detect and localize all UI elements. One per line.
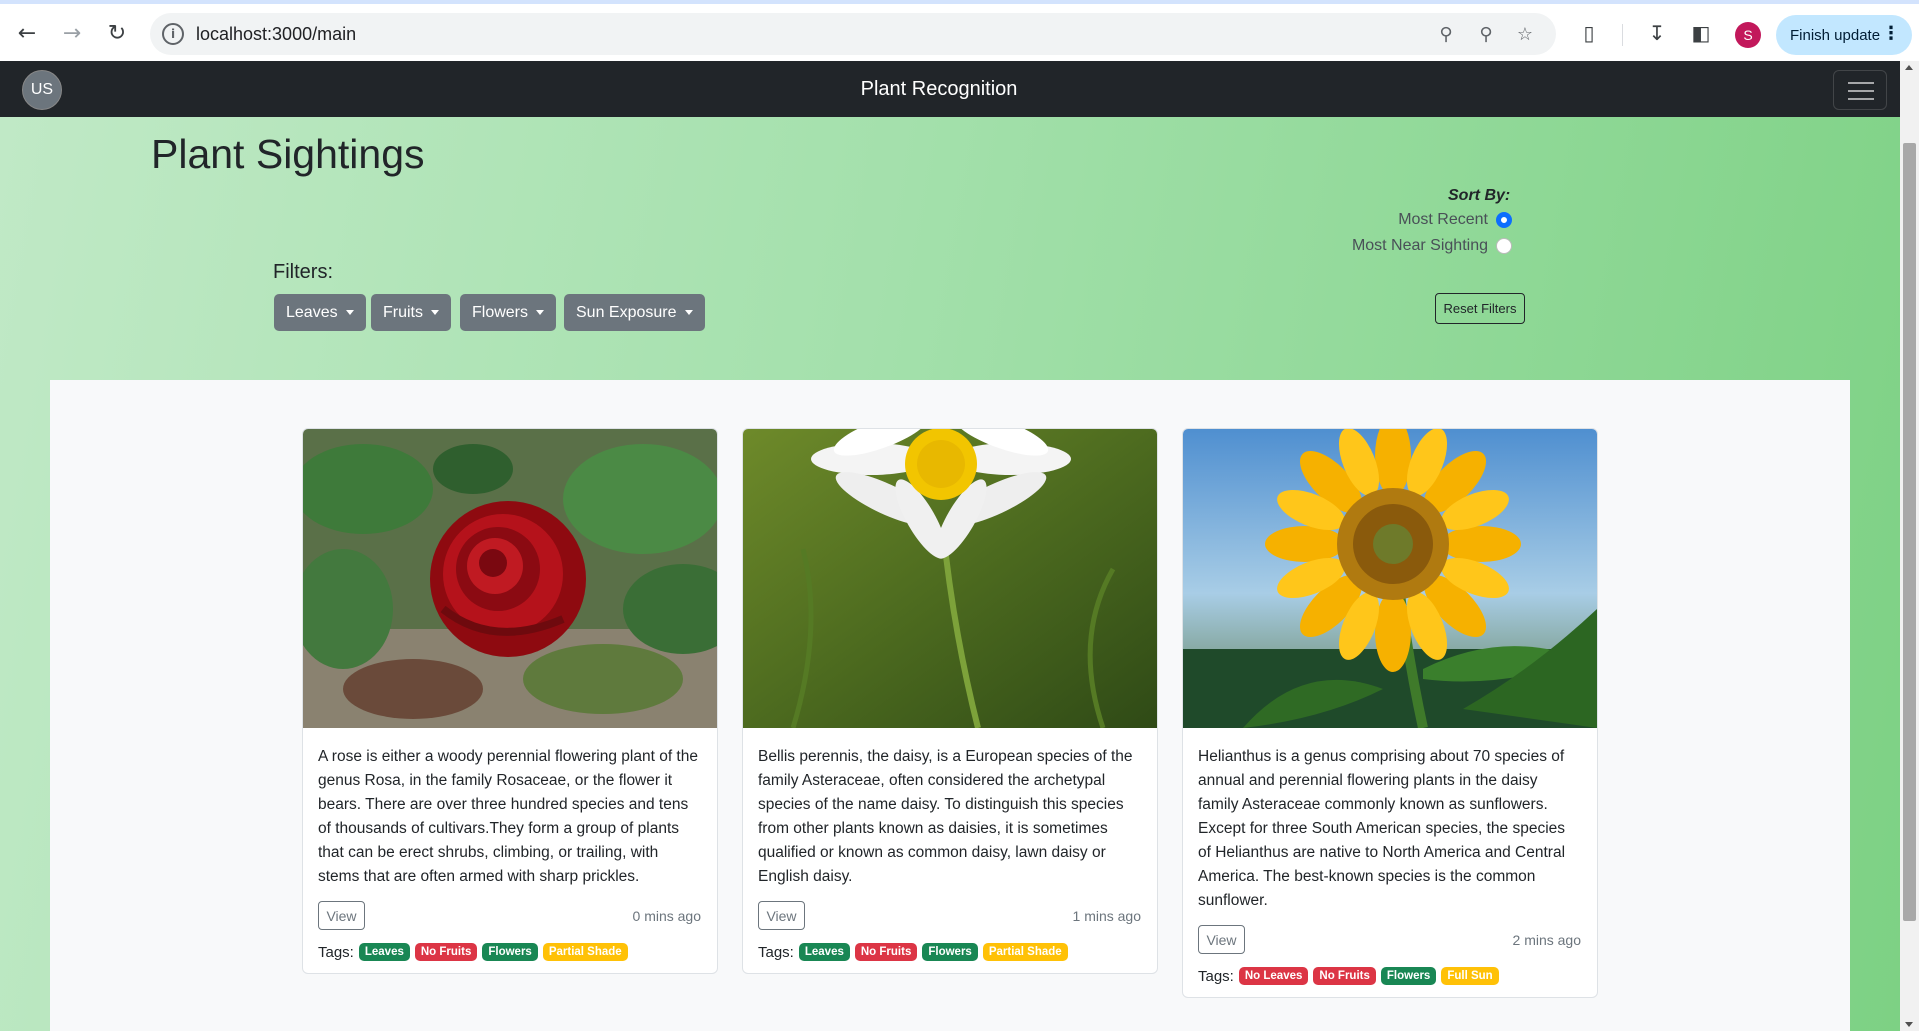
tag-badge: Flowers	[922, 943, 978, 961]
hamburger-icon	[1848, 82, 1874, 84]
filter-leaves-label: Leaves	[286, 303, 338, 321]
more-options-icon: ⋮	[1882, 23, 1900, 44]
download-icon[interactable]: ↧	[1642, 18, 1672, 48]
page-title: Plant Sightings	[151, 131, 425, 177]
site-info-icon[interactable]: i	[162, 23, 184, 45]
forward-arrow-icon[interactable]: →	[55, 16, 89, 50]
sighting-card: A rose is either a woody perennial flowe…	[302, 428, 718, 974]
toolbar-divider	[1622, 24, 1623, 46]
back-arrow-icon[interactable]: ←	[10, 16, 44, 50]
hamburger-icon-line	[1848, 90, 1874, 92]
tag-badge: Leaves	[358, 943, 410, 961]
time-ago: 1 mins ago	[1072, 908, 1141, 924]
card-description: Helianthus is a genus comprising about 7…	[1198, 748, 1566, 909]
caret-down-icon	[345, 310, 354, 315]
browser-toolbar: ← → ↻ i localhost:3000/main ⚲ ⚲ ☆ ▯ ↧ ◧ …	[0, 0, 1919, 61]
zoom-icon[interactable]: ⚲	[1473, 21, 1499, 47]
extensions-icon[interactable]: ▯	[1574, 18, 1604, 48]
navbar-toggler-button[interactable]	[1833, 70, 1887, 110]
reset-filters-button[interactable]: Reset Filters	[1435, 293, 1525, 324]
card-description: A rose is either a woody perennial flowe…	[318, 748, 698, 885]
page-scrollbar[interactable]	[1900, 61, 1919, 1031]
sunflower-image	[1183, 429, 1597, 728]
finish-update-button[interactable]: Finish update ⋮	[1776, 15, 1912, 55]
tag-badge: No Fruits	[854, 943, 918, 961]
scroll-up-arrow-icon[interactable]	[1905, 65, 1913, 70]
sort-by-label: Sort By:	[1448, 187, 1511, 204]
tag-badge: Partial Shade	[982, 943, 1068, 961]
time-ago: 0 mins ago	[632, 908, 701, 924]
sighting-card: Helianthus is a genus comprising about 7…	[1182, 428, 1598, 998]
daisy-image	[743, 429, 1157, 728]
tag-badge: No Fruits	[1313, 967, 1376, 985]
bookmark-star-icon[interactable]: ☆	[1512, 21, 1538, 47]
tag-badge: Flowers	[1380, 967, 1437, 985]
caret-down-icon	[684, 310, 693, 315]
sort-most-near-radio[interactable]	[1496, 238, 1512, 254]
tag-badge: Partial Shade	[542, 943, 628, 961]
scroll-thumb[interactable]	[1903, 143, 1916, 921]
filter-leaves-dropdown[interactable]: Leaves	[274, 294, 366, 331]
address-bar[interactable]: i localhost:3000/main ⚲ ⚲ ☆	[150, 13, 1556, 55]
caret-down-icon	[536, 310, 545, 315]
filter-sun-exposure-dropdown[interactable]: Sun Exposure	[564, 294, 705, 331]
side-panel-icon[interactable]: ◧	[1686, 18, 1716, 48]
red-rose-image	[303, 429, 717, 728]
sighting-card: Bellis perennis, the daisy, is a Europea…	[742, 428, 1158, 974]
filter-sun-exposure-label: Sun Exposure	[576, 303, 677, 321]
sort-most-near-label: Most Near Sighting	[1351, 237, 1488, 254]
view-button[interactable]: View	[1198, 925, 1245, 954]
tags-label: Tags:	[758, 943, 794, 961]
tags-row: Tags: Leaves No Fruits Flowers Partial S…	[318, 943, 702, 961]
sort-most-recent-label: Most Recent	[1398, 211, 1488, 228]
filter-fruits-dropdown[interactable]: Fruits	[371, 294, 451, 331]
tag-badge: No Leaves	[1238, 967, 1309, 985]
view-button[interactable]: View	[758, 901, 805, 930]
sort-most-recent-radio[interactable]	[1496, 212, 1512, 228]
scroll-down-arrow-icon[interactable]	[1905, 1022, 1913, 1027]
sort-most-near-option[interactable]: Most Near Sighting	[1352, 237, 1512, 255]
tags-label: Tags:	[1198, 967, 1234, 985]
hamburger-icon-line	[1848, 98, 1874, 100]
tags-label: Tags:	[318, 943, 354, 961]
reload-icon[interactable]: ↻	[100, 16, 134, 50]
filter-fruits-label: Fruits	[383, 303, 423, 321]
time-ago: 2 mins ago	[1512, 932, 1581, 948]
location-pin-icon[interactable]: ⚲	[1433, 21, 1459, 47]
filters-label: Filters:	[273, 261, 333, 283]
tag-badge: Flowers	[482, 943, 538, 961]
app-navbar: US Plant Recognition	[0, 61, 1900, 117]
navbar-brand[interactable]: Plant Recognition	[0, 78, 1878, 101]
caret-down-icon	[431, 310, 439, 315]
url-text[interactable]: localhost:3000/main	[196, 24, 356, 45]
filter-flowers-dropdown[interactable]: Flowers	[460, 294, 557, 331]
tag-badge: Full Sun	[1441, 967, 1499, 985]
view-button[interactable]: View	[318, 901, 365, 930]
filter-flowers-label: Flowers	[472, 303, 529, 321]
tag-badge: Leaves	[798, 943, 850, 961]
tags-row: Tags: Leaves No Fruits Flowers Partial S…	[758, 943, 1142, 961]
sort-most-recent-option[interactable]: Most Recent	[1398, 211, 1512, 229]
tag-badge: No Fruits	[414, 943, 478, 961]
card-description: Bellis perennis, the daisy, is a Europea…	[758, 748, 1133, 885]
tags-row: Tags: No Leaves No Fruits Flowers Full S…	[1198, 967, 1582, 985]
profile-avatar[interactable]: S	[1735, 22, 1761, 48]
finish-update-label: Finish update	[1790, 26, 1881, 44]
